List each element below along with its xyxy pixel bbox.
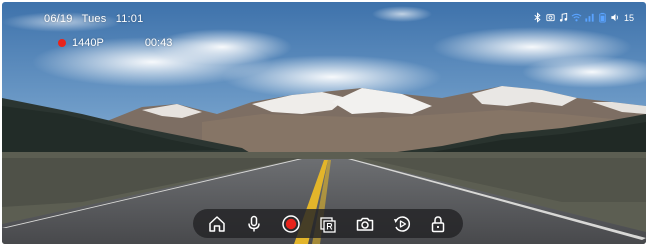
time-text: 11:01 (115, 13, 144, 25)
recording-indicator-icon (58, 39, 66, 47)
microphone-button[interactable] (242, 212, 266, 236)
control-toolbar (193, 209, 463, 238)
battery-icon (597, 12, 608, 23)
lock-icon (432, 215, 445, 232)
media-icon (545, 12, 556, 23)
volume-icon (610, 12, 621, 23)
resolution-text: 1440P (72, 37, 104, 49)
lock-button[interactable] (426, 212, 450, 236)
date-text: 06/19 (44, 13, 73, 25)
elapsed-time-text: 00:43 (144, 37, 173, 49)
rear-camera-icon (320, 216, 336, 233)
recording-info: 1440P 00:43 (58, 37, 172, 49)
status-icons: 15 (532, 12, 634, 23)
microphone-icon (248, 215, 261, 231)
hud-overlay: 06/19 Tues 11:01 1440P 00:43 15 (2, 2, 646, 244)
playback-icon (393, 215, 410, 232)
snapshot-button[interactable] (353, 212, 377, 236)
music-icon (558, 12, 569, 23)
date-time-display: 06/19 Tues 11:01 (44, 13, 149, 25)
record-button[interactable] (279, 212, 303, 236)
bluetooth-icon (532, 12, 543, 23)
wifi-icon (571, 12, 582, 23)
playback-button[interactable] (390, 212, 414, 236)
camera-icon (356, 217, 374, 231)
home-icon (209, 215, 226, 232)
volume-level-text: 15 (623, 12, 634, 23)
record-icon (282, 214, 300, 233)
home-button[interactable] (205, 212, 229, 236)
rear-camera-button[interactable] (316, 212, 340, 236)
day-text: Tues (81, 13, 107, 25)
dashcam-screen: 06/19 Tues 11:01 1440P 00:43 15 (2, 2, 646, 244)
signal-icon (584, 12, 595, 23)
